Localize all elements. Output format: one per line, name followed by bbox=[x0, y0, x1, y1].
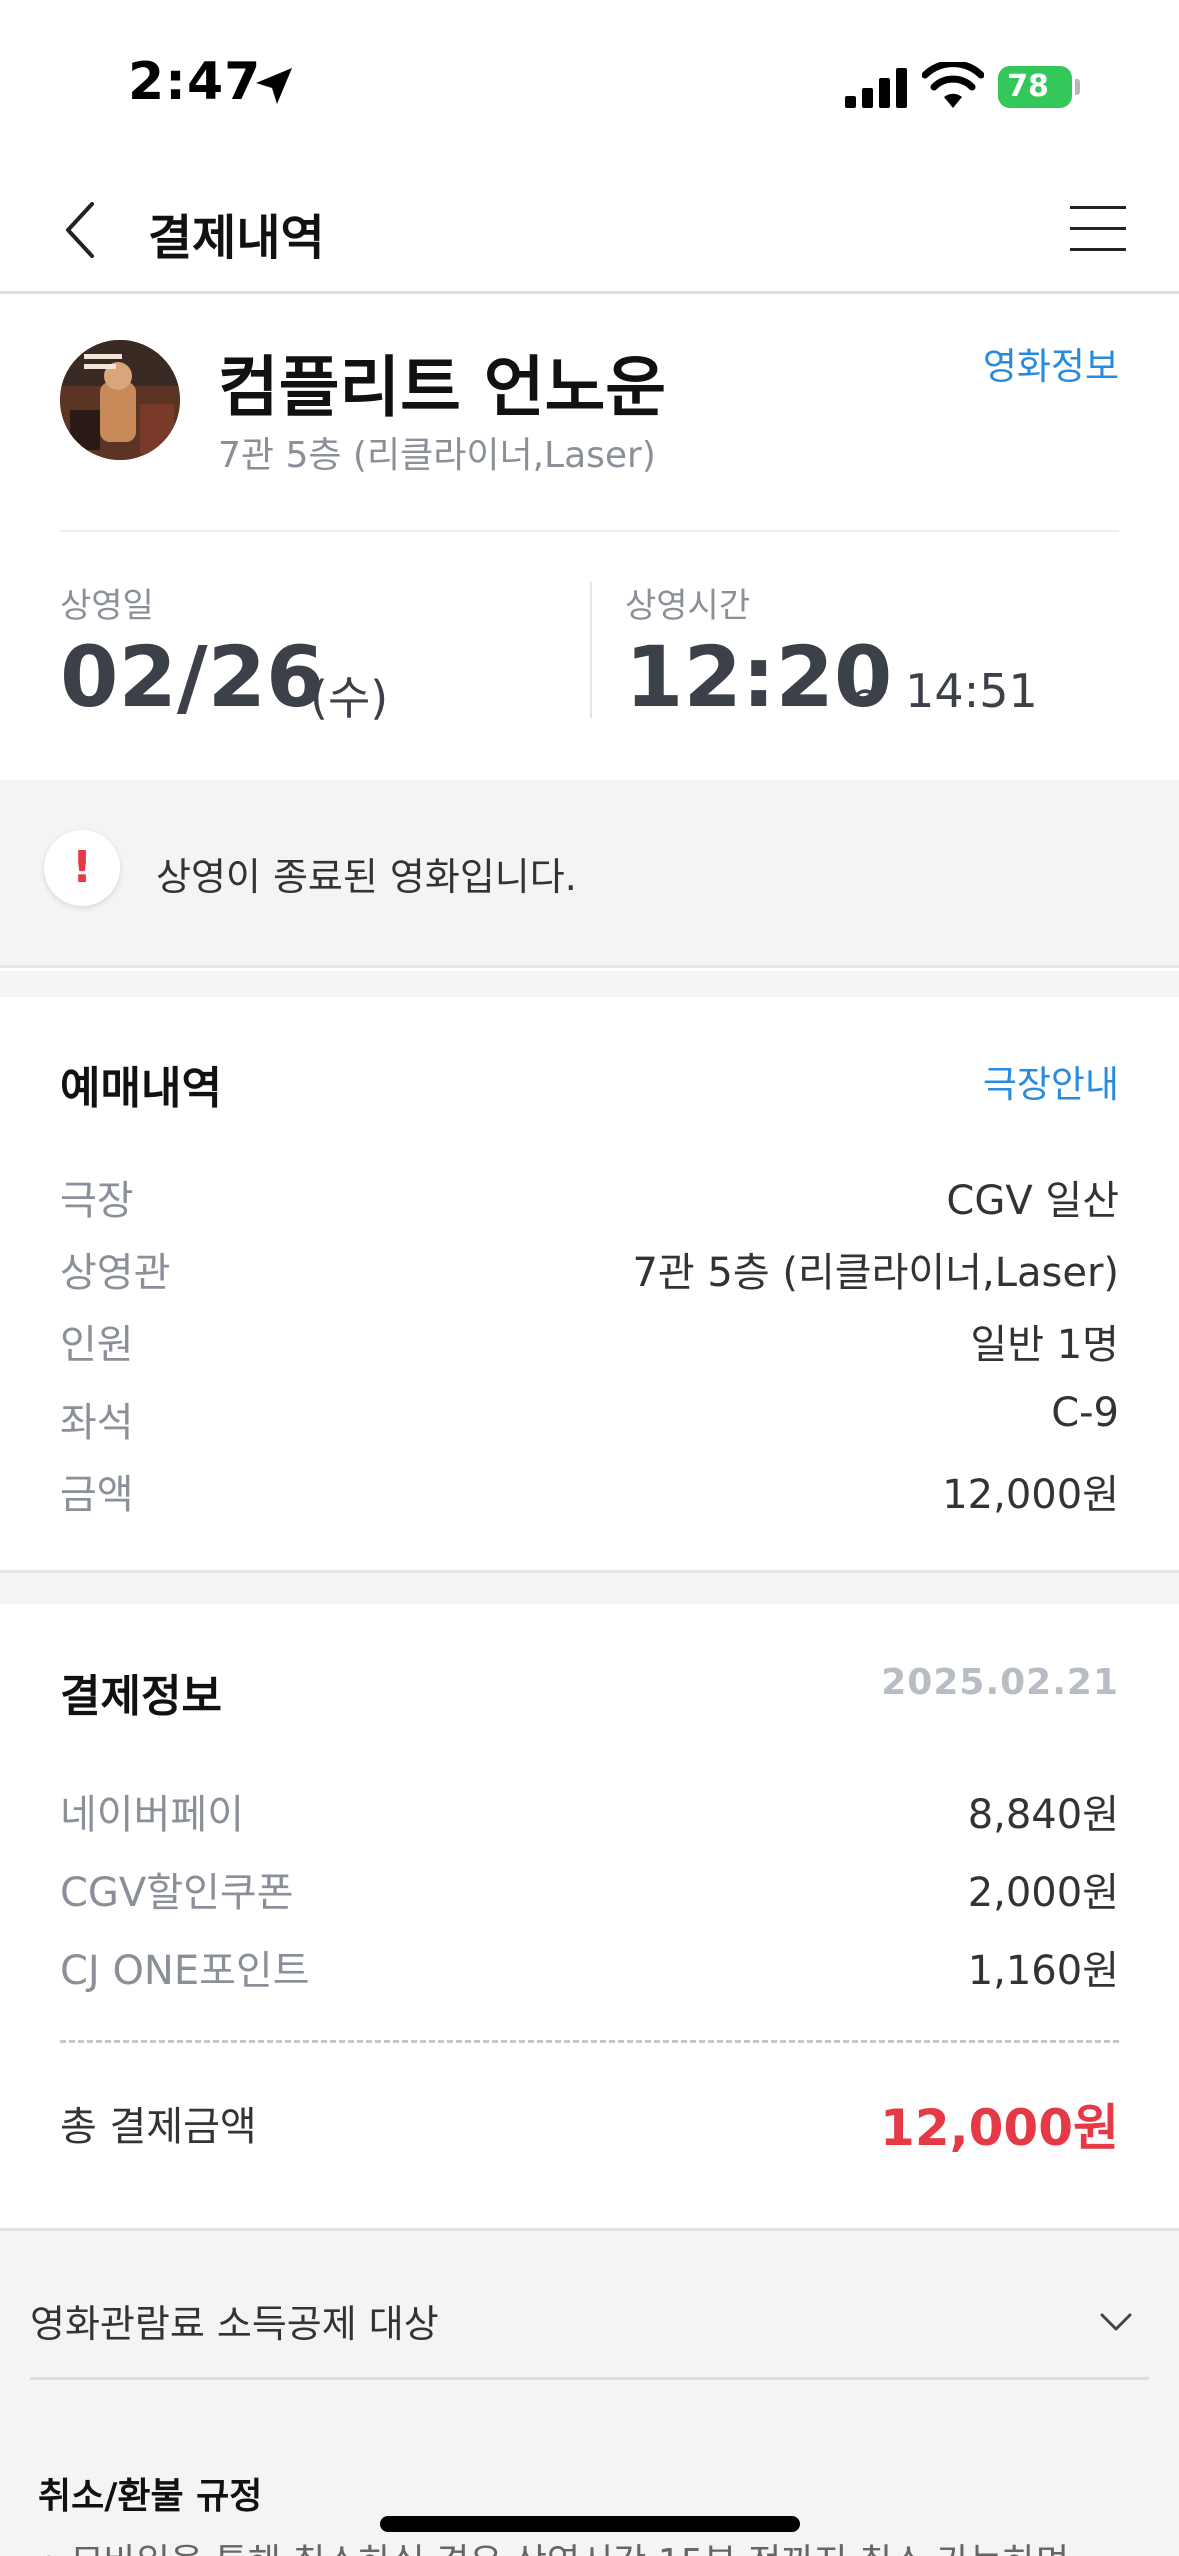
screening-time-label: 상영시간 bbox=[625, 586, 751, 626]
status-time: 2:47 bbox=[128, 52, 262, 112]
row-label: 좌석 bbox=[60, 1400, 134, 1446]
theater-info-link[interactable]: 극장안내 bbox=[983, 1054, 1119, 1108]
section-gap bbox=[0, 1570, 1179, 1604]
movie-poster-thumbnail bbox=[60, 340, 180, 460]
screening-day-of-week: (수) bbox=[310, 671, 389, 725]
page-title: 결제내역 bbox=[148, 210, 325, 266]
reservation-row-auditorium: 상영관 7관 5층 (리클라이너,Laser) bbox=[60, 1240, 1119, 1296]
payment-date: 2025.02.21 bbox=[881, 1662, 1119, 1703]
chevron-down-icon[interactable] bbox=[1098, 2303, 1134, 2339]
location-arrow-icon bbox=[256, 68, 292, 104]
row-value: CGV 일산 bbox=[946, 1178, 1119, 1224]
alert-icon: ! bbox=[44, 830, 120, 906]
row-value: 일반 1명 bbox=[970, 1322, 1119, 1368]
hamburger-menu-icon[interactable] bbox=[1070, 204, 1126, 254]
battery-level: 78 bbox=[1007, 69, 1049, 104]
status-bar: 2:47 78 bbox=[0, 0, 1179, 170]
refund-policy-title: 취소/환불 규정 bbox=[38, 2476, 263, 2517]
home-indicator[interactable] bbox=[380, 2516, 800, 2532]
row-label: CJ ONE포인트 bbox=[60, 1948, 310, 1994]
battery-charging-icon: 78 bbox=[998, 66, 1080, 108]
reservation-row-amount: 금액 12,000원 bbox=[60, 1462, 1119, 1518]
row-label: 극장 bbox=[60, 1178, 134, 1224]
row-value: C-9 bbox=[1051, 1390, 1119, 1436]
total-payment-amount: 12,000원 bbox=[880, 2099, 1119, 2157]
row-value: 2,000원 bbox=[967, 1870, 1119, 1916]
row-label: CGV할인쿠폰 bbox=[60, 1870, 294, 1916]
battery-cap bbox=[1075, 79, 1080, 95]
payment-row-coupon: CGV할인쿠폰 2,000원 bbox=[60, 1860, 1119, 1916]
tax-deduction-section[interactable]: 영화관람료 소득공제 대상 취소/환불 규정 • 모바일을 통해 취소하실 경우… bbox=[0, 2228, 1179, 2556]
row-value: 1,160원 bbox=[967, 1948, 1119, 1994]
movie-auditorium: 7관 5층 (리클라이너,Laser) bbox=[218, 435, 656, 476]
cellular-signal-icon bbox=[845, 68, 907, 108]
reservation-section-title: 예매내역 bbox=[60, 1063, 222, 1114]
row-label: 상영관 bbox=[60, 1250, 171, 1296]
payment-row-cjone-point: CJ ONE포인트 1,160원 bbox=[60, 1938, 1119, 1994]
movie-info-link[interactable]: 영화정보 bbox=[983, 336, 1119, 390]
row-label: 금액 bbox=[60, 1472, 134, 1518]
row-value: 7관 5층 (리클라이너,Laser) bbox=[632, 1250, 1119, 1296]
screening-date-label: 상영일 bbox=[60, 586, 154, 626]
row-label: 네이버페이 bbox=[60, 1792, 244, 1838]
reservation-row-seat: 좌석 C-9 bbox=[60, 1390, 1119, 1446]
ended-notice-banner: ! 상영이 종료된 영화입니다. bbox=[0, 780, 1179, 968]
chevron-left-icon[interactable] bbox=[58, 198, 102, 262]
dashed-divider bbox=[60, 2040, 1119, 2043]
screening-date: 02/26 bbox=[60, 628, 325, 726]
vertical-divider bbox=[590, 582, 592, 718]
wifi-icon bbox=[922, 62, 984, 108]
section-gap bbox=[0, 971, 1179, 997]
movie-title: 컴플리트 언노운 bbox=[218, 349, 667, 426]
notice-text: 상영이 종료된 영화입니다. bbox=[156, 855, 577, 899]
row-label: 인원 bbox=[60, 1322, 134, 1368]
poster-image bbox=[60, 340, 180, 460]
screening-end-time: ~ 14:51 bbox=[852, 664, 1038, 718]
reservation-row-people: 인원 일반 1명 bbox=[60, 1312, 1119, 1368]
reservation-row-theater: 극장 CGV 일산 bbox=[60, 1168, 1119, 1224]
header: 결제내역 bbox=[0, 170, 1179, 294]
payment-row-naverpay: 네이버페이 8,840원 bbox=[60, 1782, 1119, 1838]
total-payment-label: 총 결제금액 bbox=[60, 2104, 257, 2150]
divider bbox=[60, 530, 1119, 532]
payment-section-title: 결제정보 bbox=[60, 1671, 222, 1722]
row-value: 12,000원 bbox=[942, 1472, 1119, 1518]
row-value: 8,840원 bbox=[967, 1792, 1119, 1838]
refund-policy-text: • 모바일을 통해 취소하실 경우 상영시간 15분 전까지 취소 가능하며 bbox=[38, 2533, 1069, 2556]
divider bbox=[30, 2377, 1149, 2380]
tax-deduction-label: 영화관람료 소득공제 대상 bbox=[30, 2302, 439, 2346]
